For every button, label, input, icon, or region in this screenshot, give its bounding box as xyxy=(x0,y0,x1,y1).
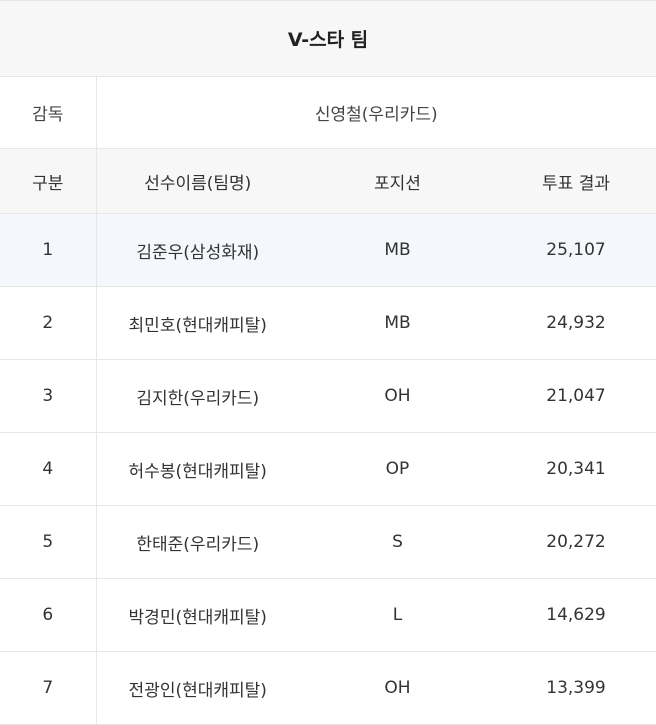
rank-cell: 5 xyxy=(0,505,97,579)
table-row: 2 최민호(현대캐피탈) MB 24,932 xyxy=(0,286,656,360)
votes-cell: 20,341 xyxy=(496,432,656,506)
table-row: 5 한태준(우리카드) S 20,272 xyxy=(0,505,656,579)
table-row: 6 박경민(현대캐피탈) L 14,629 xyxy=(0,578,656,652)
rank-cell: 4 xyxy=(0,432,97,506)
title-row: V-스타 팀 xyxy=(0,0,656,77)
column-header-votes: 투표 결과 xyxy=(496,148,656,214)
position-cell: S xyxy=(299,505,496,579)
votes-cell: 25,107 xyxy=(496,213,656,287)
rank-cell: 6 xyxy=(0,578,97,652)
column-header-row: 구분 선수이름(팀명) 포지션 투표 결과 xyxy=(0,148,656,214)
position-cell: OH xyxy=(299,359,496,433)
player-name-cell: 허수봉(현대캐피탈) xyxy=(96,432,299,506)
column-header-rank: 구분 xyxy=(0,148,97,214)
rank-cell: 3 xyxy=(0,359,97,433)
votes-cell: 20,272 xyxy=(496,505,656,579)
position-cell: L xyxy=(299,578,496,652)
votes-cell: 24,932 xyxy=(496,286,656,360)
table-row: 4 허수봉(현대캐피탈) OP 20,341 xyxy=(0,432,656,506)
position-cell: OH xyxy=(299,651,496,725)
coach-row: 감독 신영철(우리카드) xyxy=(0,76,656,149)
table-row: 1 김준우(삼성화재) MB 25,107 xyxy=(0,213,656,287)
player-name-cell: 김지한(우리카드) xyxy=(96,359,299,433)
table-row: 7 전광인(현대캐피탈) OH 13,399 xyxy=(0,651,656,725)
rank-cell: 7 xyxy=(0,651,97,725)
position-cell: MB xyxy=(299,213,496,287)
position-cell: OP xyxy=(299,432,496,506)
player-name-cell: 한태준(우리카드) xyxy=(96,505,299,579)
votes-cell: 13,399 xyxy=(496,651,656,725)
position-cell: MB xyxy=(299,286,496,360)
table-row: 3 김지한(우리카드) OH 21,047 xyxy=(0,359,656,433)
votes-cell: 14,629 xyxy=(496,578,656,652)
votes-cell: 21,047 xyxy=(496,359,656,433)
v-star-team-table: V-스타 팀 감독 신영철(우리카드) 구분 선수이름(팀명) 포지션 투표 결… xyxy=(0,0,656,725)
table-title: V-스타 팀 xyxy=(0,0,656,77)
column-header-name: 선수이름(팀명) xyxy=(96,148,299,214)
player-name-cell: 김준우(삼성화재) xyxy=(96,213,299,287)
player-name-cell: 최민호(현대캐피탈) xyxy=(96,286,299,360)
rank-cell: 1 xyxy=(0,213,97,287)
column-header-position: 포지션 xyxy=(299,148,496,214)
player-name-cell: 전광인(현대캐피탈) xyxy=(96,651,299,725)
coach-value: 신영철(우리카드) xyxy=(96,76,656,149)
rank-cell: 2 xyxy=(0,286,97,360)
coach-label: 감독 xyxy=(0,76,97,149)
player-name-cell: 박경민(현대캐피탈) xyxy=(96,578,299,652)
